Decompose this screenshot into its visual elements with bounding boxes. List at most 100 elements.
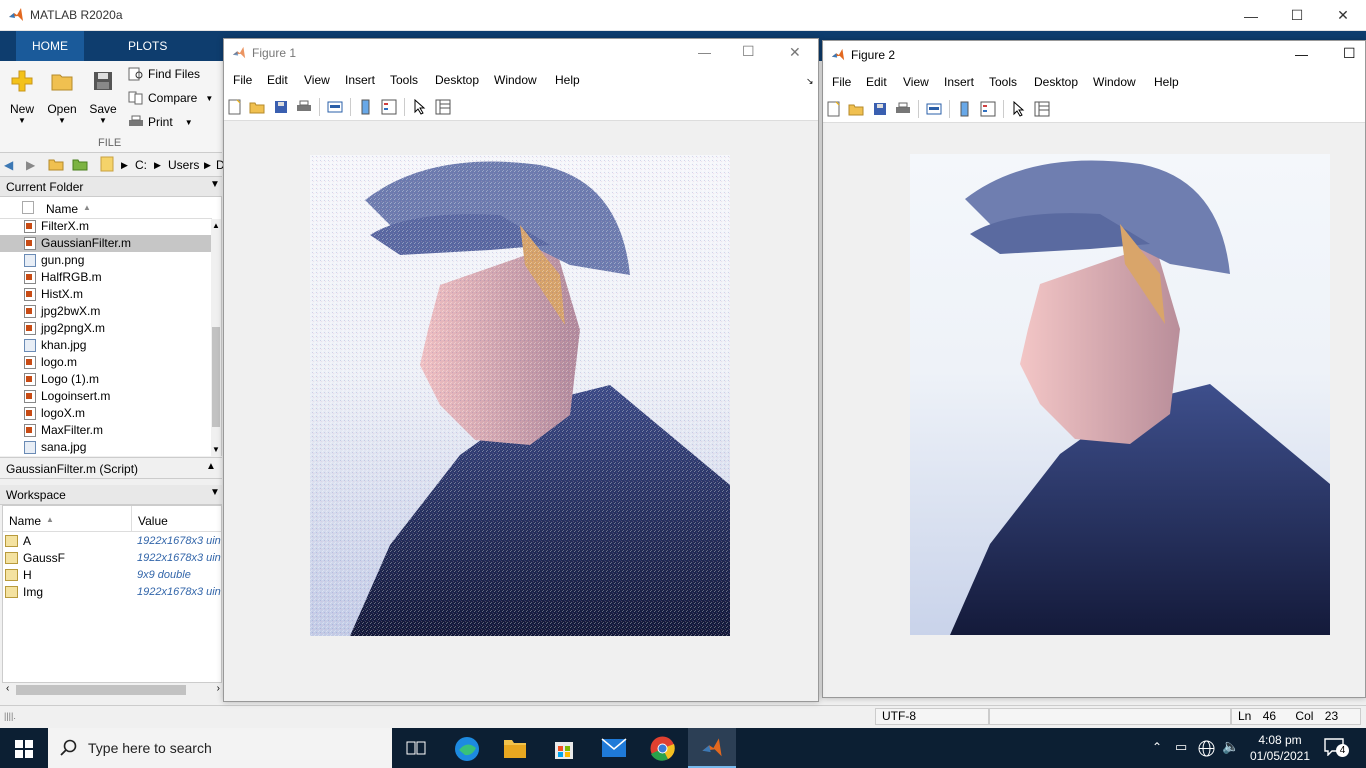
- battery-icon[interactable]: ▭: [1175, 739, 1187, 755]
- list-item[interactable]: gun.png: [0, 252, 212, 269]
- open-file-icon[interactable]: [848, 101, 864, 117]
- folder-vertical-scrollbar[interactable]: ▲ ▼: [211, 219, 221, 456]
- up-folder-icon[interactable]: [48, 156, 64, 175]
- menu-view[interactable]: View: [903, 75, 929, 89]
- property-inspector-icon[interactable]: [1034, 101, 1050, 117]
- list-item[interactable]: GaussianFilter.m: [0, 235, 212, 252]
- link-plot-icon[interactable]: [327, 99, 343, 115]
- menu-file[interactable]: File: [832, 75, 851, 89]
- menu-window[interactable]: Window: [494, 73, 537, 87]
- list-item[interactable]: sana.jpg: [0, 439, 212, 456]
- tab-plots[interactable]: PLOTS: [112, 31, 183, 61]
- new-figure-icon[interactable]: [826, 101, 842, 117]
- maximize-button[interactable]: ☐: [1343, 45, 1356, 62]
- find-files-button[interactable]: Find Files: [128, 67, 200, 81]
- scroll-left-icon[interactable]: ‹: [6, 683, 9, 694]
- property-inspector-icon[interactable]: [435, 99, 451, 115]
- maximize-button[interactable]: ☐: [1274, 0, 1320, 31]
- maximize-button[interactable]: ☐: [742, 43, 755, 60]
- minimize-button[interactable]: —: [698, 45, 711, 60]
- mail-icon[interactable]: [601, 738, 627, 758]
- menu-edit[interactable]: Edit: [267, 73, 288, 87]
- crumb-drive[interactable]: C:: [135, 158, 147, 172]
- menu-help[interactable]: Help: [1154, 75, 1179, 89]
- print-figure-icon[interactable]: [296, 99, 312, 115]
- save-button[interactable]: Save ▼: [88, 69, 118, 125]
- menu-edit[interactable]: Edit: [866, 75, 887, 89]
- back-icon[interactable]: ◀: [4, 158, 13, 172]
- panel-menu-icon[interactable]: ▼: [210, 487, 220, 498]
- menu-window[interactable]: Window: [1093, 75, 1136, 89]
- menu-tools[interactable]: Tools: [390, 73, 418, 87]
- menu-tools[interactable]: Tools: [989, 75, 1017, 89]
- menu-insert[interactable]: Insert: [944, 75, 974, 89]
- menu-insert[interactable]: Insert: [345, 73, 375, 87]
- taskbar-search-box[interactable]: Type here to search: [48, 728, 392, 768]
- table-row[interactable]: Img 1922x1678x3 uint: [3, 584, 221, 601]
- close-button[interactable]: ✕: [1320, 0, 1366, 31]
- list-item[interactable]: jpg2pngX.m: [0, 320, 212, 337]
- scroll-down-icon[interactable]: ▼: [212, 445, 220, 454]
- chevron-up-icon[interactable]: ▲: [206, 461, 216, 472]
- new-figure-icon[interactable]: [227, 99, 243, 115]
- scrollbar-thumb[interactable]: [212, 327, 220, 427]
- insert-colorbar-icon[interactable]: [957, 101, 973, 117]
- task-view-icon[interactable]: [406, 739, 426, 757]
- workspace-horizontal-scrollbar[interactable]: ‹ ›: [2, 683, 222, 697]
- ws-name-column[interactable]: Name: [9, 514, 41, 528]
- file-explorer-icon[interactable]: [503, 737, 527, 759]
- link-plot-icon[interactable]: [926, 101, 942, 117]
- list-item[interactable]: Logoinsert.m: [0, 388, 212, 405]
- insert-legend-icon[interactable]: [381, 99, 397, 115]
- print-figure-icon[interactable]: [895, 101, 911, 117]
- menu-file[interactable]: File: [233, 73, 252, 87]
- scroll-right-icon[interactable]: ›: [217, 683, 220, 694]
- list-item[interactable]: logo.m: [0, 354, 212, 371]
- print-button[interactable]: Print ▼: [128, 115, 193, 129]
- menu-desktop[interactable]: Desktop: [435, 73, 479, 87]
- crumb-users[interactable]: Users: [168, 158, 199, 172]
- list-item[interactable]: FilterX.m: [0, 218, 212, 235]
- close-button[interactable]: ✕: [789, 44, 801, 61]
- minimize-button[interactable]: —: [1295, 47, 1308, 62]
- insert-legend-icon[interactable]: [980, 101, 996, 117]
- list-item[interactable]: khan.jpg: [0, 337, 212, 354]
- save-figure-icon[interactable]: [273, 99, 289, 115]
- details-panel[interactable]: GaussianFilter.m (Script) ▲: [0, 457, 222, 479]
- edit-plot-pointer-icon[interactable]: [1011, 101, 1027, 117]
- list-item[interactable]: HalfRGB.m: [0, 269, 212, 286]
- scroll-up-icon[interactable]: ▲: [212, 221, 220, 230]
- edit-plot-pointer-icon[interactable]: [412, 99, 428, 115]
- ws-value-column[interactable]: Value: [138, 514, 168, 528]
- chevron-up-icon[interactable]: ⌃: [1152, 740, 1162, 754]
- menu-view[interactable]: View: [304, 73, 330, 87]
- scrollbar-thumb[interactable]: [16, 685, 186, 695]
- forward-icon[interactable]: ▶: [26, 158, 35, 172]
- dock-arrow-icon[interactable]: ↘: [806, 76, 814, 87]
- list-item[interactable]: HistX.m: [0, 286, 212, 303]
- list-item[interactable]: Logo (1).m: [0, 371, 212, 388]
- save-figure-icon[interactable]: [872, 101, 888, 117]
- open-file-icon[interactable]: [249, 99, 265, 115]
- volume-icon[interactable]: 🔈: [1222, 738, 1239, 755]
- list-item[interactable]: logoX.m: [0, 405, 212, 422]
- menu-desktop[interactable]: Desktop: [1034, 75, 1078, 89]
- tab-home[interactable]: HOME: [16, 31, 84, 61]
- minimize-button[interactable]: —: [1228, 0, 1274, 31]
- menu-help[interactable]: Help: [555, 73, 580, 87]
- new-button[interactable]: New ▼: [8, 69, 36, 125]
- network-globe-icon[interactable]: [1198, 740, 1215, 757]
- matlab-taskbar-button[interactable]: [688, 728, 736, 768]
- list-item[interactable]: jpg2bwX.m: [0, 303, 212, 320]
- table-row[interactable]: A 1922x1678x3 uint: [3, 533, 221, 550]
- table-row[interactable]: H 9x9 double: [3, 567, 221, 584]
- clock[interactable]: 4:08 pm 01/05/2021: [1244, 732, 1316, 764]
- open-button[interactable]: Open ▼: [46, 69, 78, 125]
- edge-browser-icon[interactable]: [454, 736, 480, 762]
- browse-folder-icon[interactable]: [72, 156, 88, 175]
- list-item[interactable]: MaxFilter.m: [0, 422, 212, 439]
- chrome-browser-icon[interactable]: [650, 736, 675, 761]
- panel-menu-icon[interactable]: ▼: [210, 179, 220, 190]
- microsoft-store-icon[interactable]: [553, 736, 575, 760]
- windows-start-icon[interactable]: [15, 740, 33, 758]
